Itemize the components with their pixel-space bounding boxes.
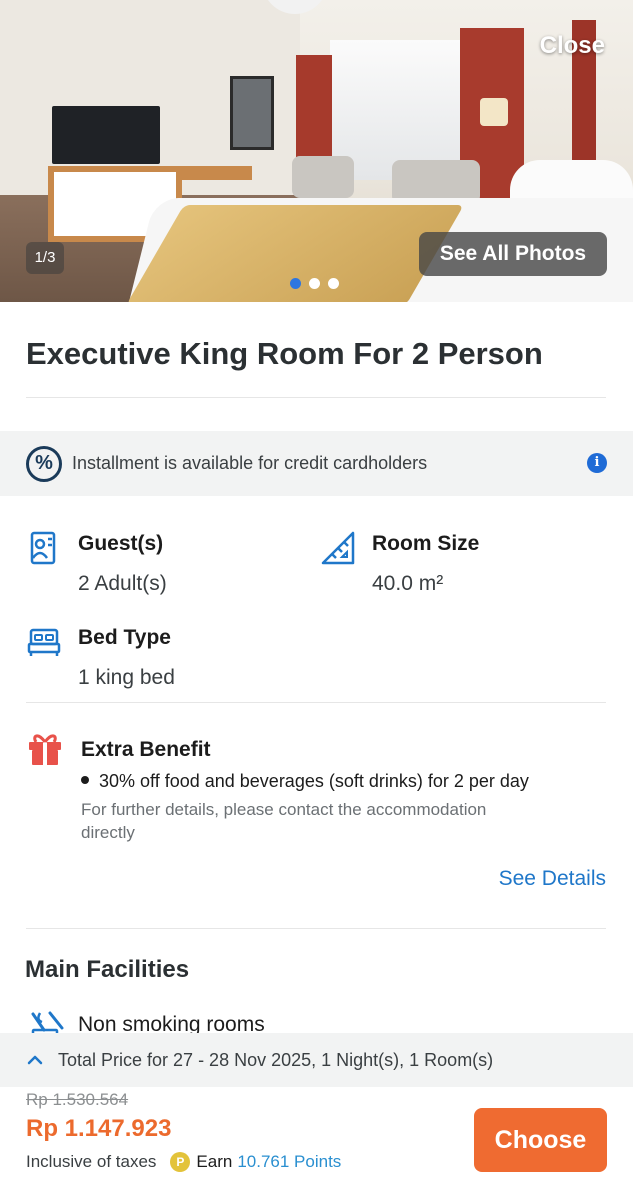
installment-text: Installment is available for credit card… <box>72 453 428 473</box>
benefit-item: 30% off food and beverages (soft drinks)… <box>81 771 529 792</box>
installment-banner[interactable]: % Installment is available for credit ca… <box>0 431 633 496</box>
carousel-dots <box>290 278 339 289</box>
gift-icon <box>29 734 61 765</box>
original-price: Rp 1.530.564 <box>26 1090 129 1109</box>
choose-button[interactable]: Choose <box>474 1108 607 1172</box>
points-coin-icon: P <box>170 1152 191 1172</box>
room-photo-armchair <box>292 156 354 198</box>
info-icon[interactable]: i <box>587 453 607 473</box>
benefit-note: For further details, please contact the … <box>81 800 487 842</box>
see-all-photos-button[interactable]: See All Photos <box>419 232 607 276</box>
room-photo-carousel[interactable]: Close 1/3 See All Photos <box>0 0 633 302</box>
main-facilities-title: Main Facilities <box>25 956 190 983</box>
room-title: Executive King Room For 2 Person <box>26 336 543 371</box>
room-photo-tv <box>52 106 160 164</box>
divider <box>26 397 606 398</box>
room-photo-curtain <box>296 55 332 165</box>
tax-and-points-row: Inclusive of taxes P Earn 10.761 Points <box>26 1152 341 1172</box>
carousel-dot[interactable] <box>290 278 301 289</box>
carousel-dot[interactable] <box>328 278 339 289</box>
spec-room-size-label: Room Size <box>372 532 480 555</box>
photo-counter: 1/3 <box>26 242 64 274</box>
divider <box>26 702 606 703</box>
points-value: 10.761 Points <box>237 1152 342 1171</box>
room-photo-lamp <box>480 98 508 126</box>
booking-bar: Total Price for 27 - 28 Nov 2025, 1 Nigh… <box>0 1033 633 1200</box>
spec-guests-label: Guest(s) <box>78 532 164 555</box>
ruler-icon <box>321 531 355 565</box>
total-price-label: Total Price for 27 - 28 Nov 2025, 1 Nigh… <box>58 1049 494 1070</box>
tax-note: Inclusive of taxes <box>26 1152 157 1171</box>
bed-icon <box>27 628 61 656</box>
close-button[interactable]: Close <box>540 32 605 60</box>
final-price: Rp 1.147.923 <box>26 1115 172 1142</box>
total-price-toggle[interactable]: Total Price for 27 - 28 Nov 2025, 1 Nigh… <box>0 1033 633 1087</box>
divider <box>26 928 606 929</box>
percent-icon: % <box>26 445 62 482</box>
spec-bed-type-label: Bed Type <box>78 626 171 649</box>
benefit-title: Extra Benefit <box>81 738 211 761</box>
see-details-link[interactable]: See Details <box>499 867 606 891</box>
spec-bed-type-value: 1 king bed <box>78 666 175 689</box>
carousel-dot[interactable] <box>309 278 320 289</box>
earn-label: Earn <box>196 1152 233 1171</box>
spec-guests-value: 2 Adult(s) <box>78 572 167 595</box>
guest-icon <box>30 531 56 565</box>
room-photo-artwork <box>230 76 274 150</box>
chevron-up-icon <box>27 1055 43 1065</box>
room-photo-desk <box>182 166 252 180</box>
spec-room-size-value: 40.0 m² <box>372 572 444 595</box>
